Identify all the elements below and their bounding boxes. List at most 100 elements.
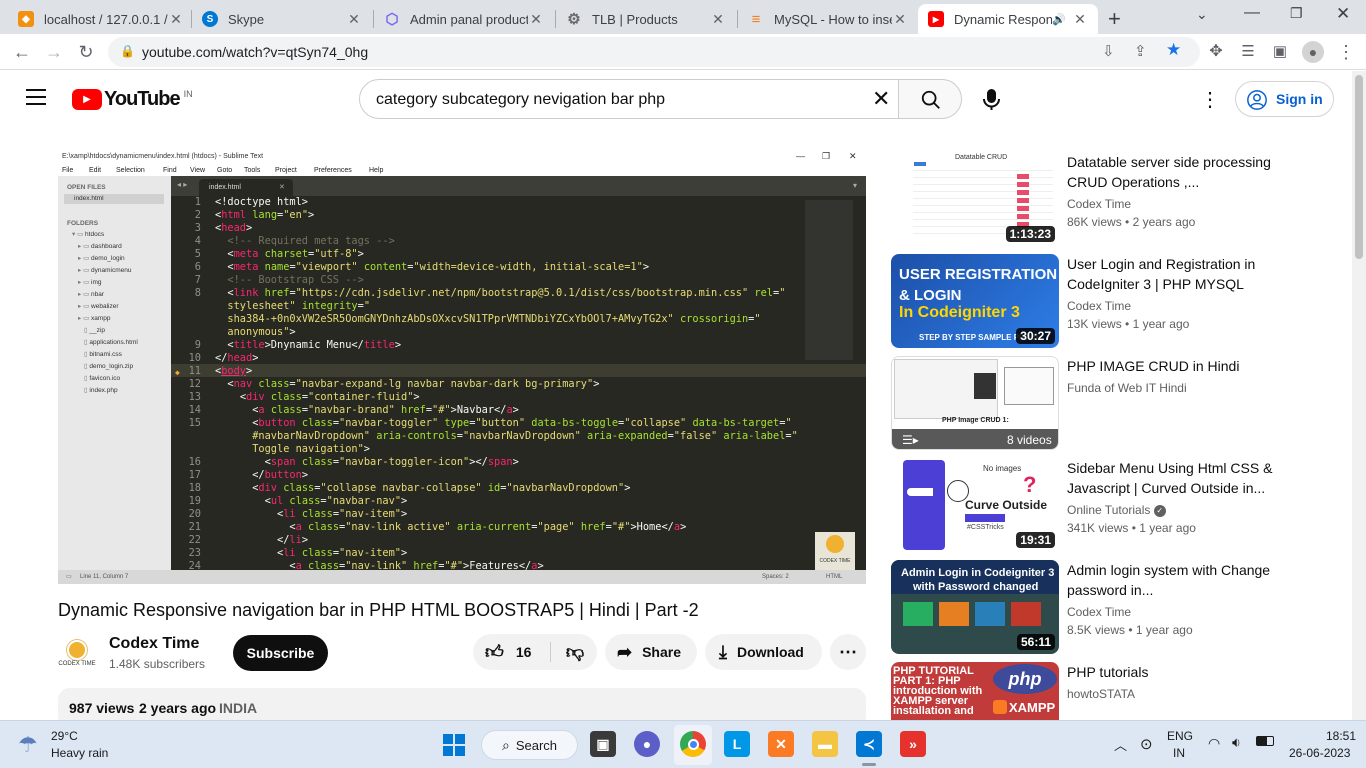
recommendation-channel[interactable]: Codex Time [1067, 197, 1131, 211]
recommendation-title[interactable]: Sidebar Menu Using Html CSS & Javascript… [1067, 458, 1277, 498]
video-player[interactable]: E:\xamp\htdocs\dynamicmenu\index.html (h… [58, 148, 866, 584]
recommendation-title[interactable]: Admin login system with Change password … [1067, 560, 1277, 600]
forward-icon[interactable]: → [42, 40, 66, 64]
address-bar[interactable]: 🔒 youtube.com/watch?v=qtSyn74_0hg ⇩ ⇪ ★ [108, 37, 1200, 67]
playlist-thumbnail[interactable]: PHP Image CRUD 1: ☰▸ 8 videos [891, 356, 1059, 450]
teams-chat-icon[interactable]: ● [634, 731, 660, 757]
recommendation-channel[interactable]: Codex Time [1067, 605, 1131, 619]
more-actions-button[interactable]: ⋯ [830, 634, 866, 670]
video-thumbnail[interactable]: No images ? Curve Outside #CSSTricks 19:… [891, 458, 1059, 552]
page-scrollbar[interactable] [1352, 71, 1366, 720]
video-location[interactable]: INDIA [219, 700, 257, 716]
hamburger-menu-icon[interactable] [26, 89, 46, 105]
audio-playing-icon[interactable]: 🔊 [1052, 13, 1066, 26]
share-button[interactable]: ➦ Share [605, 634, 697, 670]
browser-tab[interactable]: S Skype ✕ [192, 4, 372, 34]
install-app-icon[interactable]: ⇩ [1102, 42, 1115, 60]
weather-temp[interactable]: 29°C [51, 729, 78, 743]
subscribe-label: Subscribe [246, 645, 315, 661]
close-tab-icon[interactable]: ✕ [168, 11, 184, 28]
chrome-icon[interactable] [680, 731, 706, 757]
windows-start-icon[interactable] [443, 734, 465, 756]
weather-desc[interactable]: Heavy rain [51, 746, 108, 760]
voice-search-button[interactable] [974, 81, 1010, 117]
recommendation-channel[interactable]: Codex Time [1067, 299, 1131, 313]
language-code[interactable]: ENG [1167, 729, 1193, 743]
subscribe-button[interactable]: Subscribe [233, 635, 328, 671]
recommendation-item[interactable]: USER REGISTRATION & LOGIN In Codeigniter… [891, 254, 1311, 350]
browser-tab-active[interactable]: ▶ Dynamic Respons 🔊 ✕ [918, 4, 1098, 34]
download-button[interactable]: ⤓ Download [705, 634, 822, 670]
recommendation-playlist[interactable]: PHP Image CRUD 1: ☰▸ 8 videos PHP IMAGE … [891, 356, 1311, 452]
youtube-logo[interactable]: ▶ YouTube IN [72, 88, 193, 111]
close-tab-icon[interactable]: ✕ [528, 11, 544, 28]
xampp-icon[interactable]: ✕ [768, 731, 794, 757]
bookmark-star-icon[interactable]: ★ [1166, 40, 1181, 60]
browser-tab[interactable]: ◆ localhost / 127.0.0.1 / ✕ [8, 4, 194, 34]
volume-icon[interactable]: 🔉︎ [1232, 734, 1241, 751]
video-thumbnail[interactable]: USER REGISTRATION & LOGIN In Codeigniter… [891, 254, 1059, 348]
like-button[interactable]: 👍︎ 16 [473, 634, 550, 670]
close-tab-icon[interactable]: ✕ [346, 11, 362, 28]
keyboard-region[interactable]: IN [1173, 746, 1185, 760]
tab-title: TLB | Products [592, 11, 678, 27]
new-tab-icon[interactable]: + [1108, 6, 1121, 32]
more-settings-icon[interactable]: ⋮ [1200, 87, 1220, 112]
sublime-menu-item: Preferences [314, 167, 352, 174]
recommendation-channel[interactable]: howtoSTATA [1067, 687, 1135, 701]
profile-avatar-icon[interactable]: ● [1302, 41, 1324, 63]
recommendation-item[interactable]: No images ? Curve Outside #CSSTricks 19:… [891, 458, 1311, 554]
restore-icon[interactable]: ❐ [1290, 5, 1303, 22]
close-window-icon[interactable]: ✕ [1336, 4, 1350, 24]
recommendation-title[interactable]: Datatable server side processing CRUD Op… [1067, 152, 1277, 192]
recommendation-item[interactable]: Datatable CRUD 1:13:23 Datatable server … [891, 152, 1311, 248]
share-page-icon[interactable]: ⇪ [1134, 42, 1147, 60]
chrome-menu-icon[interactable]: ⋮ [1334, 40, 1358, 64]
recommendation-title[interactable]: PHP tutorials [1067, 662, 1277, 682]
clock-time[interactable]: 18:51 [1326, 729, 1356, 743]
clear-search-icon[interactable]: ✕ [872, 86, 890, 112]
camera-icon[interactable]: ⊙ [1140, 735, 1153, 753]
weather-rain-icon[interactable]: ☂ [18, 732, 38, 758]
sign-in-button[interactable]: Sign in [1235, 81, 1334, 117]
file-explorer-icon[interactable]: ▬ [812, 731, 838, 757]
close-tab-icon[interactable]: ✕ [892, 11, 908, 28]
anydesk-icon[interactable]: » [900, 731, 926, 757]
recommendation-item[interactable]: Admin Login in Codeigniter 3 with Passwo… [891, 560, 1311, 656]
dislike-button[interactable]: 👎︎ [557, 634, 593, 670]
taskbar-search[interactable]: ⌕ Search [481, 730, 578, 760]
show-hidden-icons[interactable]: ︿ [1114, 735, 1127, 754]
channel-name[interactable]: Codex Time [109, 635, 199, 653]
vscode-icon[interactable]: ≺ [856, 731, 882, 757]
search-button[interactable] [898, 79, 962, 119]
browser-tab[interactable]: ⚙ TLB | Products ✕ [556, 4, 736, 34]
browser-tab[interactable]: ⬡ Admin panal product ✕ [374, 4, 554, 34]
battery-icon[interactable] [1256, 736, 1274, 746]
channel-avatar[interactable]: CODEX TIME [58, 634, 96, 672]
tab-search-icon[interactable]: ⌄ [1196, 6, 1208, 23]
reading-list-icon[interactable]: ☰ [1236, 40, 1260, 64]
search-input[interactable]: category subcategory nevigation bar php … [359, 79, 899, 119]
close-tab-icon[interactable]: ✕ [1072, 11, 1088, 28]
recommendation-channel[interactable]: Online Tutorials ✓ [1067, 503, 1166, 517]
video-thumbnail[interactable]: Admin Login in Codeigniter 3 with Passwo… [891, 560, 1059, 654]
lightshot-icon[interactable]: L [724, 731, 750, 757]
recommendation-channel[interactable]: Funda of Web IT Hindi [1067, 381, 1187, 395]
recommendation-title[interactable]: PHP IMAGE CRUD in Hindi [1067, 356, 1277, 376]
scrollbar-thumb[interactable] [1355, 75, 1363, 259]
minimize-icon[interactable]: — [1244, 4, 1260, 22]
recommendation-item[interactable]: PHP TUTORIAL PART 1: PHP introduction wi… [891, 662, 1311, 720]
clock-date[interactable]: 26-06-2023 [1289, 746, 1350, 760]
video-thumbnail[interactable]: Datatable CRUD 1:13:23 [891, 152, 1059, 246]
extensions-icon[interactable]: ✥ [1204, 40, 1228, 64]
reload-icon[interactable]: ↻ [74, 40, 98, 64]
video-thumbnail[interactable]: PHP TUTORIAL PART 1: PHP introduction wi… [891, 662, 1059, 720]
lock-icon[interactable]: 🔒 [120, 44, 135, 58]
close-tab-icon[interactable]: ✕ [710, 11, 726, 28]
back-icon[interactable]: ← [10, 40, 34, 64]
task-view-icon[interactable]: ▣ [590, 731, 616, 757]
wifi-icon[interactable]: ◠ [1208, 735, 1220, 752]
side-panel-icon[interactable]: ▣ [1268, 40, 1292, 64]
recommendation-title[interactable]: User Login and Registration in CodeIgnit… [1067, 254, 1277, 294]
browser-tab[interactable]: ≡ MySQL - How to inser ✕ [738, 4, 918, 34]
